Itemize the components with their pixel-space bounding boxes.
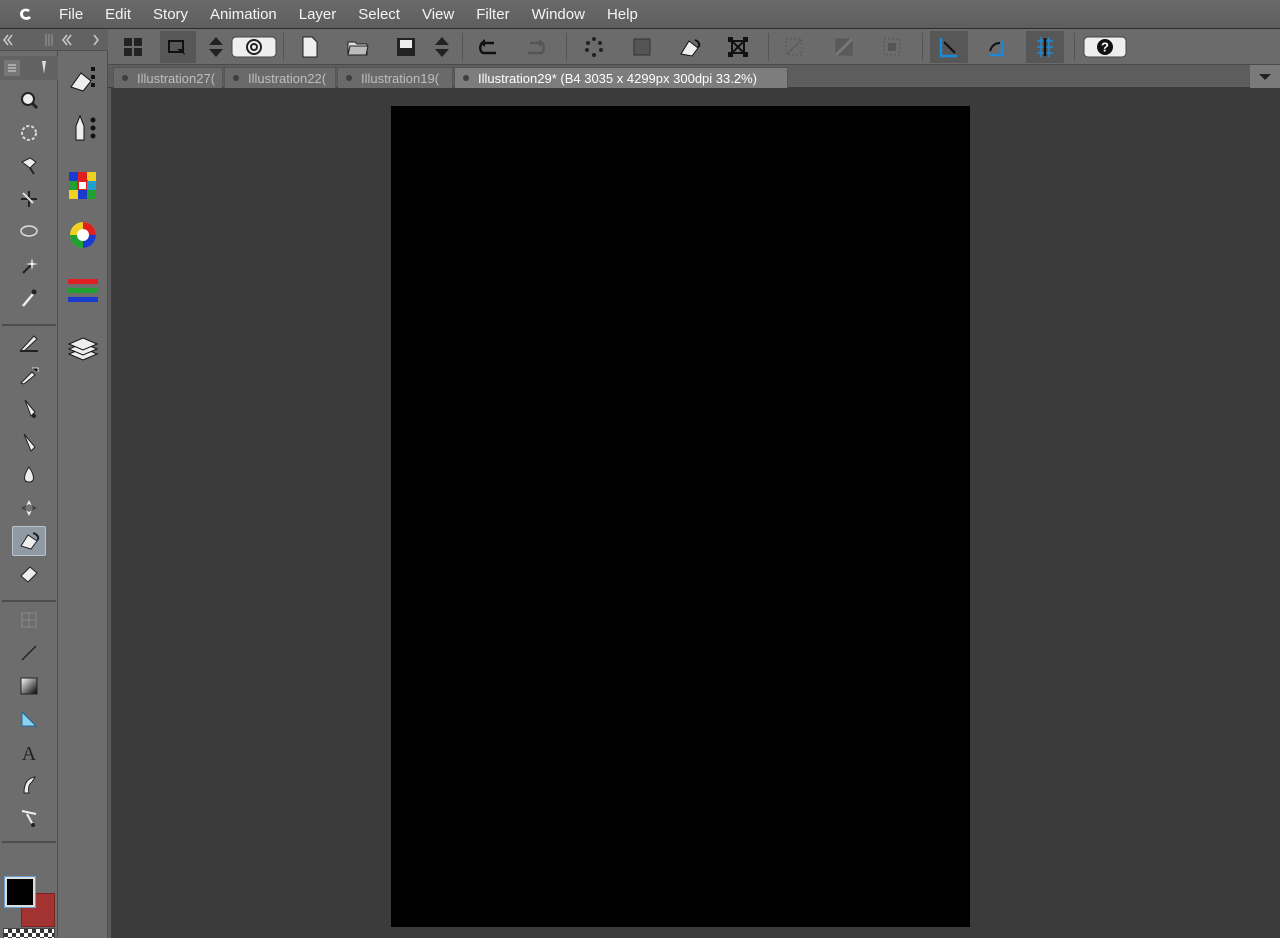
menu-bar: File Edit Story Animation Layer Select V… bbox=[0, 0, 1280, 29]
clip-studio-logo-icon[interactable] bbox=[14, 2, 38, 26]
redo-icon[interactable] bbox=[518, 31, 554, 63]
ruler-snap-icon[interactable] bbox=[930, 31, 968, 63]
color-set-icon[interactable] bbox=[66, 169, 100, 203]
brush-icon[interactable] bbox=[12, 394, 46, 424]
command-bar: ? bbox=[0, 29, 1280, 65]
clip-studio-icon[interactable] bbox=[230, 31, 278, 63]
tool-property-icon[interactable] bbox=[66, 111, 100, 145]
menu-edit[interactable]: Edit bbox=[94, 0, 142, 29]
svg-text:?: ? bbox=[1101, 40, 1109, 55]
save-icon[interactable] bbox=[388, 31, 424, 63]
line-icon[interactable] bbox=[12, 638, 46, 668]
new-icon[interactable] bbox=[292, 31, 328, 63]
svg-text:A: A bbox=[22, 743, 37, 763]
layer-icon[interactable] bbox=[66, 332, 100, 366]
tab-illustration19[interactable]: Illustration19( bbox=[337, 67, 453, 88]
clear-icon[interactable] bbox=[776, 31, 812, 63]
tab-illustration27[interactable]: Illustration27( bbox=[113, 67, 223, 88]
blend-icon[interactable] bbox=[12, 460, 46, 490]
menu-window[interactable]: Window bbox=[521, 0, 596, 29]
fill-icon[interactable] bbox=[672, 31, 708, 63]
tab-list-chevron-down-icon[interactable] bbox=[1250, 65, 1280, 88]
correct-line-icon[interactable] bbox=[12, 803, 46, 833]
undo-icon[interactable] bbox=[470, 31, 506, 63]
transform-icon[interactable] bbox=[720, 31, 756, 63]
frame-icon[interactable] bbox=[12, 605, 46, 635]
transparent-color-swatch[interactable] bbox=[3, 928, 55, 938]
menu-filter[interactable]: Filter bbox=[465, 0, 520, 29]
pen-icon[interactable] bbox=[12, 328, 46, 358]
tab-illustration29[interactable]: Illustration29* (B4 3035 x 4299px 300dpi… bbox=[454, 67, 788, 88]
balloon-icon[interactable] bbox=[12, 770, 46, 800]
tab-illustration22[interactable]: Illustration22( bbox=[224, 67, 336, 88]
tab-dot bbox=[346, 75, 352, 81]
menu-layer[interactable]: Layer bbox=[288, 0, 348, 29]
canvas-page[interactable] bbox=[391, 106, 970, 927]
menu-view[interactable]: View bbox=[411, 0, 465, 29]
sub-tool-icon[interactable] bbox=[66, 62, 100, 96]
tab-dot bbox=[122, 75, 128, 81]
color-wheel-icon[interactable] bbox=[66, 218, 100, 252]
magic-wand-icon[interactable] bbox=[12, 250, 46, 280]
spin-updown-icon[interactable] bbox=[200, 31, 232, 63]
tool-palette: A bbox=[0, 29, 58, 938]
menu-help[interactable]: Help bbox=[596, 0, 649, 29]
operation-icon[interactable] bbox=[12, 151, 46, 181]
main-color-swatch[interactable] bbox=[5, 877, 35, 907]
palette-grip[interactable] bbox=[0, 29, 58, 51]
menu-file[interactable]: File bbox=[48, 0, 94, 29]
grid-snap-icon[interactable] bbox=[1026, 31, 1064, 63]
tab-dot bbox=[233, 75, 239, 81]
move-layer-icon[interactable] bbox=[12, 184, 46, 214]
lasso-dots-icon[interactable] bbox=[576, 31, 612, 63]
rotate-icon[interactable] bbox=[12, 118, 46, 148]
crop-icon[interactable] bbox=[874, 31, 910, 63]
menu-animation[interactable]: Animation bbox=[199, 0, 288, 29]
tab-dot bbox=[463, 75, 469, 81]
ruler-icon[interactable] bbox=[12, 704, 46, 734]
color-slider-icon[interactable] bbox=[66, 274, 100, 308]
gradient-icon[interactable] bbox=[12, 671, 46, 701]
dock-collapse-grip[interactable] bbox=[58, 29, 108, 51]
open-icon[interactable] bbox=[340, 31, 376, 63]
lasso-icon[interactable] bbox=[12, 217, 46, 247]
decoration-icon[interactable] bbox=[12, 493, 46, 523]
palette-dock-bar bbox=[58, 29, 108, 938]
spin-updown-icon[interactable] bbox=[426, 31, 458, 63]
dashboard-icon[interactable] bbox=[115, 31, 151, 63]
document-tab-bar: Illustration27( Illustration22( Illustra… bbox=[108, 65, 1280, 88]
capture-icon[interactable] bbox=[160, 31, 196, 63]
menu-story[interactable]: Story bbox=[142, 0, 199, 29]
fill-layer-icon[interactable] bbox=[826, 31, 862, 63]
eraser-icon[interactable] bbox=[12, 559, 46, 589]
airbrush-icon[interactable] bbox=[12, 427, 46, 457]
text-icon[interactable]: A bbox=[12, 737, 46, 767]
zoom-icon[interactable] bbox=[12, 85, 46, 115]
fill-icon[interactable] bbox=[12, 526, 46, 556]
eyedropper-icon[interactable] bbox=[12, 283, 46, 313]
pencil-icon[interactable] bbox=[12, 361, 46, 391]
palette-header bbox=[0, 56, 58, 80]
special-ruler-icon[interactable] bbox=[978, 31, 1014, 63]
select-all-icon[interactable] bbox=[624, 31, 660, 63]
help-icon[interactable]: ? bbox=[1082, 31, 1128, 63]
menu-select[interactable]: Select bbox=[347, 0, 411, 29]
